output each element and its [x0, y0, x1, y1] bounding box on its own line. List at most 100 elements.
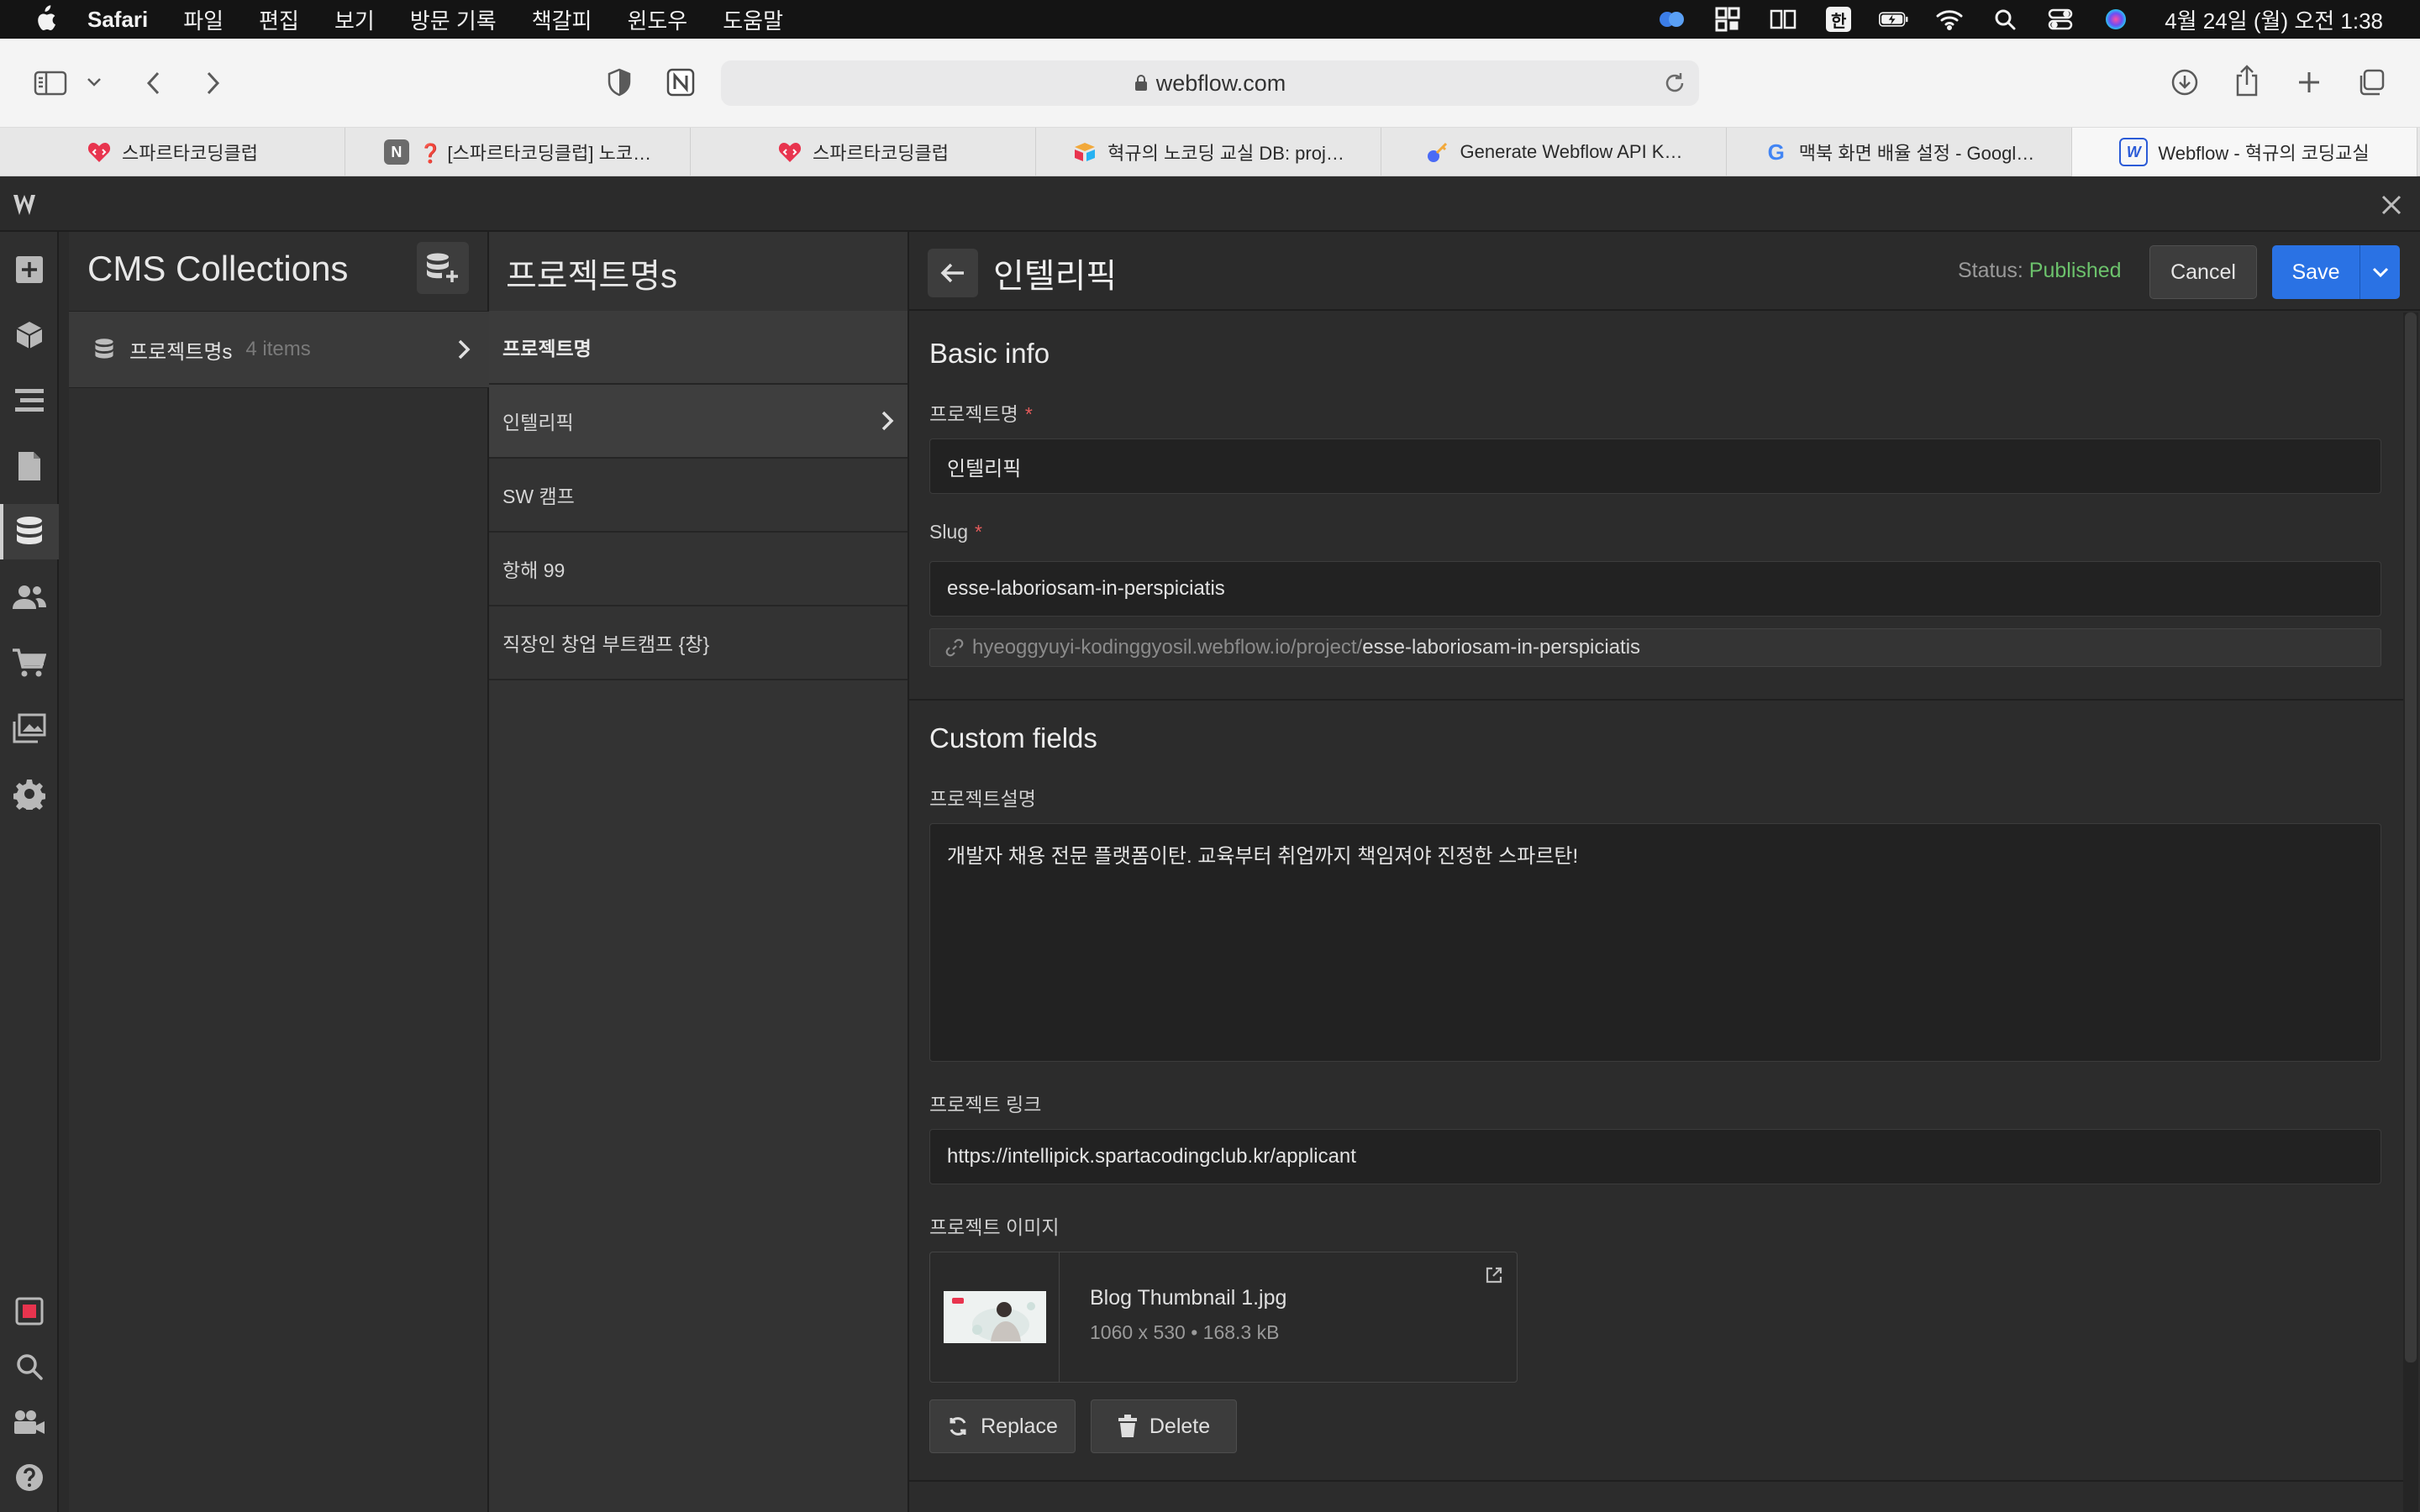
- add-collection-button[interactable]: [417, 242, 469, 294]
- browser-tab[interactable]: 스파르타코딩클럽: [691, 128, 1036, 176]
- field-label-slug: Slug *: [929, 521, 982, 543]
- browser-tab[interactable]: 스파르타코딩클럽: [0, 128, 345, 176]
- browser-tab[interactable]: 혁규의 노코딩 교실 DB: proj…: [1036, 128, 1381, 176]
- delete-image-button[interactable]: Delete: [1091, 1399, 1237, 1453]
- chevron-right-icon: [458, 339, 471, 360]
- assets-panel-button[interactable]: [0, 701, 59, 756]
- tab-overview-icon[interactable]: [2354, 66, 2388, 99]
- cms-panel-button[interactable]: [0, 504, 59, 559]
- database-icon: [95, 339, 113, 359]
- description-textarea[interactable]: 개발자 채용 전문 플랫폼이탄. 교육부터 취업까지 책임져야 진정한 스파르탄…: [929, 823, 2381, 1062]
- collection-item-count: 4 items: [245, 338, 311, 360]
- record-button[interactable]: [0, 1284, 59, 1339]
- search-button[interactable]: [0, 1339, 59, 1394]
- editor-scrollbar[interactable]: [2403, 312, 2418, 1512]
- collection-row[interactable]: 프로젝트명s 4 items: [69, 311, 489, 388]
- wifi-icon[interactable]: [1934, 7, 1965, 32]
- scrollbar-thumb[interactable]: [2405, 312, 2417, 1362]
- item-name: 직장인 창업 부트캠프 {창}: [502, 633, 710, 655]
- menu-view[interactable]: 보기: [334, 4, 375, 35]
- video-tutorials-button[interactable]: [0, 1394, 59, 1450]
- list-item[interactable]: SW 캠프: [489, 459, 908, 533]
- control-center-icon[interactable]: [2045, 7, 2075, 32]
- key-favicon-icon: [1425, 139, 1450, 165]
- tab-group-chevron-icon[interactable]: [84, 72, 104, 92]
- list-item[interactable]: 항해 99: [489, 533, 908, 606]
- list-item-selected[interactable]: 인텔리픽: [489, 385, 908, 459]
- browser-toolbar: webflow.com: [0, 39, 2420, 128]
- add-panel-button[interactable]: [0, 242, 59, 297]
- address-text[interactable]: webflow.com: [1156, 71, 1286, 97]
- menu-history[interactable]: 방문 기록: [410, 4, 497, 35]
- forward-icon[interactable]: [200, 67, 227, 99]
- settings-panel-button[interactable]: [0, 766, 59, 822]
- url-slug: esse-laboriosam-in-perspiciatis: [1362, 636, 1641, 659]
- navigator-panel-button[interactable]: [0, 373, 59, 428]
- close-icon[interactable]: [2378, 192, 2405, 218]
- symbols-panel-button[interactable]: [0, 307, 59, 363]
- trash-icon: [1118, 1415, 1137, 1437]
- image-thumbnail[interactable]: [930, 1252, 1060, 1382]
- webflow-logo-icon[interactable]: [12, 188, 49, 222]
- share-icon[interactable]: [2230, 62, 2264, 99]
- cancel-button[interactable]: Cancel: [2149, 245, 2257, 299]
- arrow-left-icon: [940, 263, 964, 283]
- input-source-indicator[interactable]: 한: [1823, 7, 1854, 32]
- spotlight-search-icon[interactable]: [1990, 7, 2020, 32]
- notion-favicon-icon: N: [383, 139, 409, 165]
- menu-file[interactable]: 파일: [183, 4, 224, 35]
- menu-bookmarks[interactable]: 책갈피: [532, 4, 592, 35]
- slug-url-preview[interactable]: hyeoggyuyi-kodinggyosil.webflow.io/proje…: [929, 628, 2381, 667]
- back-icon[interactable]: [139, 67, 166, 99]
- address-bar[interactable]: webflow.com: [721, 60, 1699, 106]
- browser-tab[interactable]: G 맥북 화면 배율 설정 - Googl…: [1727, 128, 2072, 176]
- project-link-input[interactable]: https://intellipick.spartacodingclub.kr/…: [929, 1129, 2381, 1184]
- tab-title: 맥북 화면 배율 설정 - Googl…: [1798, 143, 2035, 164]
- cart-icon: [13, 648, 46, 677]
- menu-help[interactable]: 도움말: [723, 4, 783, 35]
- apple-icon[interactable]: [32, 5, 57, 34]
- downloads-icon[interactable]: [2168, 66, 2202, 99]
- panel-title: CMS Collections: [87, 249, 349, 288]
- menubar-clock[interactable]: 4월 24일 (월) 오전 1:38: [2165, 4, 2383, 35]
- collection-name: 프로젝트명s: [129, 340, 233, 364]
- link-icon: [945, 638, 964, 657]
- external-link-icon[interactable]: [1485, 1266, 1503, 1284]
- image-file-meta: 1060 x 530 • 168.3 kB: [1090, 1321, 1280, 1343]
- menu-window[interactable]: 윈도우: [627, 4, 687, 35]
- pages-panel-button[interactable]: [0, 438, 59, 494]
- split-view-icon[interactable]: [1768, 7, 1798, 32]
- list-item[interactable]: 직장인 창업 부트캠프 {창}: [489, 606, 908, 680]
- chevron-down-icon: [2372, 267, 2388, 277]
- status-badge: Published: [2028, 259, 2122, 282]
- record-icon: [15, 1297, 44, 1326]
- slug-input[interactable]: esse-laboriosam-in-perspiciatis: [929, 561, 2381, 617]
- ecommerce-panel-button[interactable]: [0, 635, 59, 690]
- menu-edit[interactable]: 편집: [259, 4, 299, 35]
- siri-icon[interactable]: [2101, 7, 2131, 32]
- sidebar-toggle-icon[interactable]: [32, 67, 69, 99]
- replace-image-button[interactable]: Replace: [929, 1399, 1076, 1453]
- save-button[interactable]: Save: [2272, 245, 2360, 299]
- back-button[interactable]: [928, 249, 978, 297]
- browser-tab-active[interactable]: W Webflow - 혁규의 코딩교실: [2072, 128, 2417, 176]
- notion-extension-icon[interactable]: [664, 66, 697, 99]
- help-button[interactable]: [0, 1450, 59, 1505]
- qr-grid-icon[interactable]: [1712, 7, 1743, 32]
- app-name-menu[interactable]: Safari: [87, 7, 148, 33]
- sparta-favicon-icon: [777, 139, 802, 165]
- tab-title: Webflow - 혁규의 코딩교실: [2158, 143, 2370, 164]
- privacy-shield-icon[interactable]: [603, 66, 635, 99]
- users-panel-button[interactable]: [0, 570, 59, 625]
- tab-title: 혁규의 노코딩 교실 DB: proj…: [1107, 143, 1344, 164]
- new-tab-icon[interactable]: [2292, 66, 2326, 99]
- reload-icon[interactable]: [1662, 71, 1687, 96]
- browser-tab[interactable]: N ❓ [스파르타코딩클럽] 노코…: [345, 128, 691, 176]
- battery-icon[interactable]: [1879, 7, 1909, 32]
- save-options-button[interactable]: [2360, 245, 2400, 299]
- browser-tab[interactable]: Generate Webflow API K…: [1381, 128, 1727, 176]
- finder-icon[interactable]: [1657, 7, 1687, 32]
- required-asterisk-icon: *: [975, 521, 982, 543]
- collection-items-panel: 프로젝트명s 프로젝트명 인텔리픽 SW 캠프 항해 99 직장인 창업 부트캠…: [489, 232, 909, 1512]
- name-input[interactable]: 인텔리픽: [929, 438, 2381, 494]
